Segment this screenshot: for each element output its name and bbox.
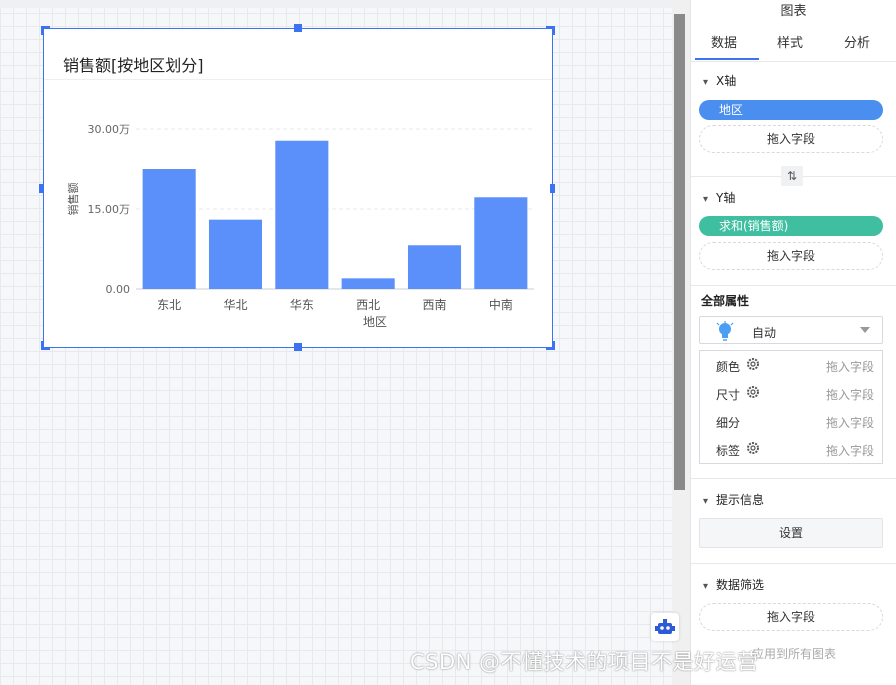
filter-drop-zone[interactable]: 拖入字段 xyxy=(699,603,883,631)
filter-section-title[interactable]: ▾ 数据筛选 xyxy=(703,576,764,593)
bar xyxy=(407,245,462,289)
tab-analysis[interactable]: 分析 xyxy=(844,32,870,51)
property-row-size[interactable]: 尺寸 拖入字段 xyxy=(700,379,882,407)
y-axis-title: 销售额 xyxy=(66,183,80,216)
tooltip-settings-button[interactable]: 设置 xyxy=(699,518,883,548)
dashboard-canvas[interactable]: 销售额[按地区划分] 0.00 15.00万 30.00万东北 华北 华东 西北 西南 中南地… xyxy=(0,0,672,685)
resize-handle-right[interactable] xyxy=(550,184,555,193)
panel-tabs: 数据 样式 分析 xyxy=(691,28,896,62)
property-name: 尺寸 xyxy=(716,388,741,402)
property-row-label[interactable]: 标签 拖入字段 xyxy=(700,435,882,463)
x-axis-title: 地区 xyxy=(363,315,387,329)
y-axis-section-title[interactable]: ▾ Y轴 xyxy=(703,189,735,206)
tooltip-label: 提示信息 xyxy=(716,493,765,507)
bar xyxy=(208,219,263,289)
property-name: 颜色 xyxy=(716,360,741,374)
bar xyxy=(275,140,329,289)
bar-chart: 0.00 15.00万 30.00万东北 华北 华东 西北 西南 中南地区 销售额 xyxy=(66,123,534,329)
property-drop-hint[interactable]: 拖入字段 xyxy=(826,358,874,375)
bar xyxy=(474,197,528,289)
gear-icon[interactable] xyxy=(746,441,760,455)
resize-handle-top[interactable] xyxy=(294,24,302,32)
y-tick-label: 0.00 xyxy=(106,283,131,296)
x-tick-label: 中南 xyxy=(489,297,513,312)
canvas-top-bar xyxy=(0,0,672,8)
property-drop-hint[interactable]: 拖入字段 xyxy=(826,386,874,403)
property-name: 细分 xyxy=(716,416,741,430)
canvas-scrollbar[interactable] xyxy=(674,14,685,490)
mark-type-select[interactable]: 自动 xyxy=(699,316,883,344)
x-tick-label: 东北 xyxy=(157,298,181,312)
resize-corner-bottom-right[interactable] xyxy=(546,341,555,350)
chart-widget[interactable]: 销售额[按地区划分] 0.00 15.00万 30.00万东北 华北 华东 西北 西南 中南地… xyxy=(39,24,555,351)
property-row-segment[interactable]: 细分 拖入字段 xyxy=(700,407,882,435)
resize-handle-left[interactable] xyxy=(39,184,44,193)
panel-header: 图表 xyxy=(780,4,807,19)
config-panel: 图表 数据 样式 分析 ▾ X轴 地区 拖入字段 ⇅ ▾ Y轴 求和(销售额) 拖入… xyxy=(690,0,896,685)
bar xyxy=(142,169,196,289)
apply-to-all-charts-text[interactable]: 应用到所有图表 xyxy=(752,645,836,662)
chevron-down-icon: ▾ xyxy=(703,194,709,205)
gear-icon[interactable] xyxy=(746,385,760,399)
chart-title: 销售额[按地区划分] xyxy=(63,56,204,75)
robot-icon xyxy=(655,619,675,634)
property-row-color[interactable]: 颜色 拖入字段 xyxy=(700,351,882,379)
chevron-down-icon: ▾ xyxy=(703,581,709,592)
resize-handle-bottom[interactable] xyxy=(294,343,302,351)
chevron-down-icon: ▾ xyxy=(703,77,709,88)
property-drop-hint[interactable]: 拖入字段 xyxy=(826,442,874,459)
y-axis-label: Y轴 xyxy=(716,191,736,205)
active-tab-indicator xyxy=(695,58,759,60)
mark-type-value: 自动 xyxy=(752,326,777,340)
assistant-robot-button[interactable] xyxy=(651,613,679,641)
chevron-down-icon: ▾ xyxy=(703,496,709,507)
x-tick-label: 华北 xyxy=(223,298,247,312)
swap-vertical-icon[interactable]: ⇅ xyxy=(781,166,803,186)
y-tick-label: 30.00万 xyxy=(88,123,131,136)
x-axis-field-pill[interactable]: 地区 xyxy=(699,100,883,120)
bar xyxy=(341,278,395,289)
property-list: 颜色 拖入字段 尺寸 拖入字段 细分 拖入字段 标签 拖入字段 xyxy=(699,350,883,464)
resize-corner-top-right[interactable] xyxy=(546,26,555,35)
lightbulb-icon xyxy=(716,321,734,341)
tooltip-section-title[interactable]: ▾ 提示信息 xyxy=(703,491,764,508)
resize-corner-bottom-left[interactable] xyxy=(41,341,50,350)
watermark: CSDN @不懂技术的项目不是好运营 xyxy=(410,650,759,674)
x-tick-label: 西北 xyxy=(356,298,380,312)
tab-style[interactable]: 样式 xyxy=(777,32,803,51)
property-name: 标签 xyxy=(716,444,741,458)
divider xyxy=(691,563,896,564)
x-tick-label: 西南 xyxy=(422,297,446,312)
x-tick-label: 华东 xyxy=(290,298,314,312)
divider xyxy=(691,478,896,479)
dropdown-arrow-icon xyxy=(860,327,870,333)
x-axis-section-title[interactable]: ▾ X轴 xyxy=(703,72,736,89)
y-axis-drop-zone[interactable]: 拖入字段 xyxy=(699,242,883,270)
title-divider xyxy=(44,79,552,80)
y-axis-field-pill[interactable]: 求和(销售额) xyxy=(699,216,883,236)
x-axis-label: X轴 xyxy=(716,74,737,88)
tab-data[interactable]: 数据 xyxy=(711,32,737,51)
y-tick-label: 15.00万 xyxy=(88,203,131,216)
gear-icon[interactable] xyxy=(746,357,760,371)
x-axis-drop-zone[interactable]: 拖入字段 xyxy=(699,125,883,153)
resize-corner-top-left[interactable] xyxy=(41,26,50,35)
divider xyxy=(691,285,896,286)
property-drop-hint[interactable]: 拖入字段 xyxy=(826,414,874,431)
all-properties-title: 全部属性 xyxy=(701,294,750,308)
filter-label: 数据筛选 xyxy=(716,578,765,592)
